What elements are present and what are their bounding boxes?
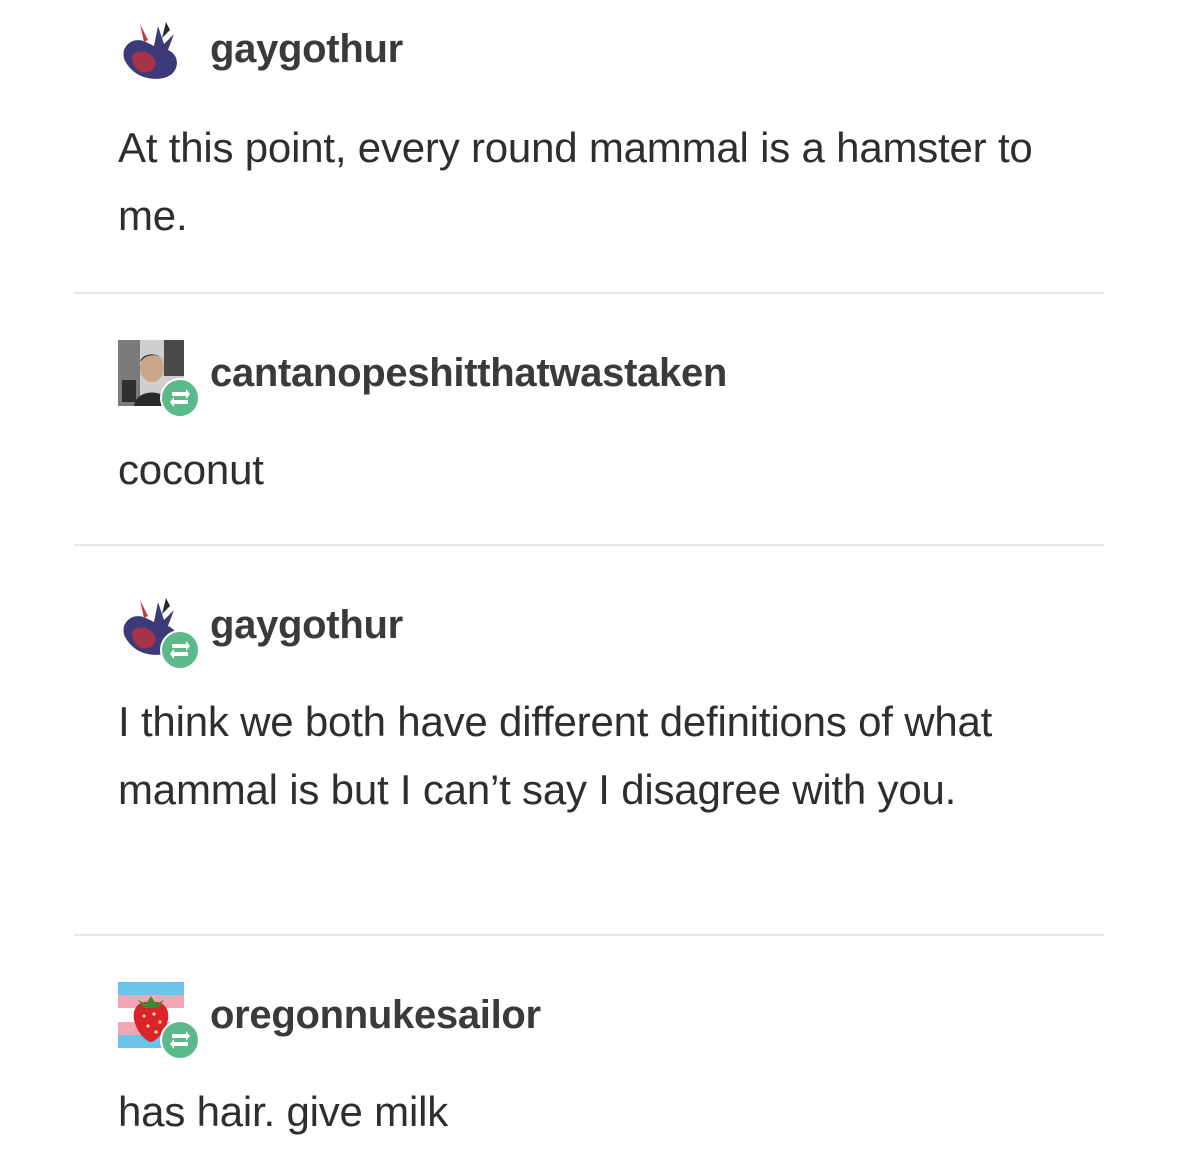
avatar[interactable]: [118, 982, 200, 1060]
avatar[interactable]: [118, 340, 200, 418]
divider: [74, 934, 1104, 936]
reblog-icon: [160, 1020, 200, 1060]
post-text: At this point, every round mammal is a h…: [118, 124, 1033, 239]
post-text: I think we both have different definitio…: [118, 698, 993, 813]
post-header: cantanopeshitthatwastaken: [118, 340, 727, 418]
divider: [74, 544, 1104, 546]
post-header: gaygothur: [118, 592, 403, 670]
username[interactable]: gaygothur: [210, 603, 403, 648]
post-text: has hair. give milk: [118, 1088, 449, 1135]
reblog-icon: [160, 378, 200, 418]
avatar[interactable]: [118, 592, 200, 670]
spider-hand-avatar-icon: [123, 22, 177, 79]
username[interactable]: gaygothur: [210, 27, 403, 72]
reblog-icon: [160, 630, 200, 670]
username[interactable]: cantanopeshitthatwastaken: [210, 351, 727, 396]
post-header: oregonnukesailor: [118, 982, 541, 1060]
post-text: coconut: [118, 446, 264, 493]
divider: [74, 292, 1104, 294]
post-header: gaygothur: [118, 16, 403, 82]
username[interactable]: oregonnukesailor: [210, 993, 541, 1038]
avatar[interactable]: [118, 16, 184, 82]
reblog-thread: gaygothur At this point, every round mam…: [0, 0, 1179, 1162]
